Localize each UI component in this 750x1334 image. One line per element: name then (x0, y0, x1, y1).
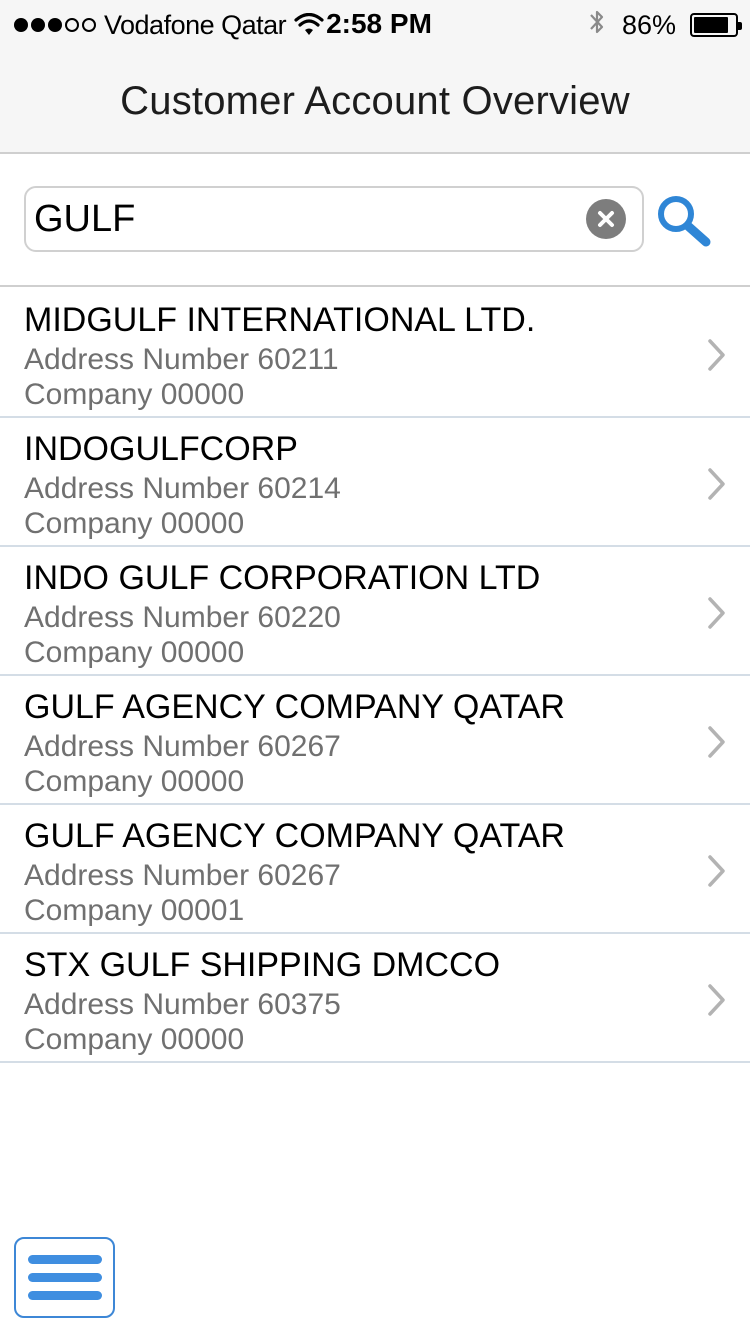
clear-circle-icon[interactable] (586, 199, 626, 239)
battery-percent: 86% (621, 9, 676, 40)
chevron-right-icon (708, 339, 725, 371)
customer-name: INDO GULF CORPORATION LTD (24, 559, 541, 597)
header: Customer Account Overview (0, 50, 750, 154)
status-bar: Vodafone Qatar 2:58 PM 86% (0, 0, 750, 50)
list-item[interactable]: STX GULF SHIPPING DMCCO Address Number 6… (0, 934, 750, 1063)
result-list: MIDGULF INTERNATIONAL LTD. Address Numbe… (0, 289, 750, 1063)
bluetooth-icon (588, 7, 606, 44)
company-number: Company 00000 (24, 636, 245, 669)
hamburger-menu-icon (27, 1255, 102, 1264)
search-input[interactable] (34, 188, 574, 250)
address-number: Address Number 60214 (24, 472, 341, 505)
chevron-right-icon (708, 855, 725, 887)
customer-name: GULF AGENCY COMPANY QATAR (24, 688, 565, 726)
customer-name: STX GULF SHIPPING DMCCO (24, 946, 501, 984)
address-number: Address Number 60267 (24, 859, 341, 892)
list-item[interactable]: GULF AGENCY COMPANY QATAR Address Number… (0, 676, 750, 805)
company-number: Company 00000 (24, 378, 245, 411)
chevron-right-icon (708, 468, 725, 500)
search-button[interactable] (654, 192, 716, 254)
list-item[interactable]: GULF AGENCY COMPANY QATAR Address Number… (0, 805, 750, 934)
list-item[interactable]: INDOGULFCORP Address Number 60214 Compan… (0, 418, 750, 547)
customer-name: GULF AGENCY COMPANY QATAR (24, 817, 565, 855)
company-number: Company 00000 (24, 765, 245, 798)
chevron-right-icon (708, 726, 725, 758)
menu-button[interactable] (14, 1237, 115, 1318)
battery-fill (694, 17, 728, 33)
customer-name: INDOGULFCORP (24, 430, 298, 468)
address-number: Address Number 60267 (24, 730, 341, 763)
list-item[interactable]: MIDGULF INTERNATIONAL LTD. Address Numbe… (0, 289, 750, 418)
status-right: 86% (588, 7, 742, 44)
screen: Vodafone Qatar 2:58 PM 86% Customer Acco… (0, 0, 750, 1334)
chevron-right-icon (708, 984, 725, 1016)
address-number: Address Number 60375 (24, 988, 341, 1021)
list-item[interactable]: INDO GULF CORPORATION LTD Address Number… (0, 547, 750, 676)
battery-icon (690, 13, 742, 37)
customer-name: MIDGULF INTERNATIONAL LTD. (24, 301, 536, 339)
company-number: Company 00000 (24, 1023, 245, 1056)
magnifier-icon (658, 196, 711, 247)
company-number: Company 00000 (24, 507, 245, 540)
page-title: Customer Account Overview (120, 78, 630, 123)
search-box (24, 186, 644, 252)
search-area (0, 156, 750, 287)
address-number: Address Number 60220 (24, 601, 341, 634)
address-number: Address Number 60211 (24, 343, 339, 376)
company-number: Company 00001 (24, 894, 245, 927)
chevron-right-icon (708, 597, 725, 629)
